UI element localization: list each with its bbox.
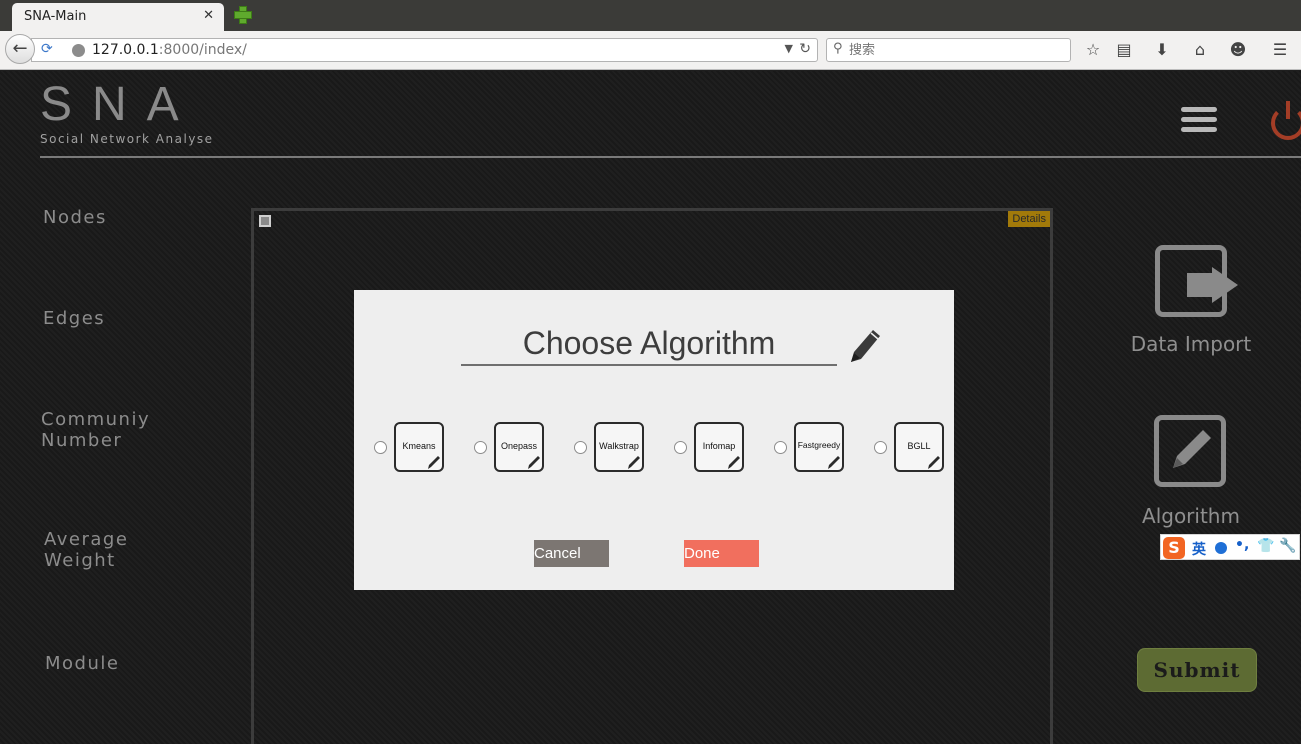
algorithm-label: Walkstrap bbox=[599, 441, 639, 451]
url-dropdown-icon[interactable]: ▼ bbox=[785, 42, 793, 55]
algorithm-option-bgll[interactable]: BGLL bbox=[854, 422, 944, 474]
stat-module: Module bbox=[45, 653, 120, 674]
url-path: :8000/index/ bbox=[158, 42, 247, 58]
choose-algorithm-dialog: Choose Algorithm Kmeans Onepass Walkstra… bbox=[354, 290, 954, 590]
dialog-title: Choose Algorithm bbox=[461, 324, 837, 366]
algorithm-label[interactable]: Algorithm bbox=[1126, 504, 1256, 528]
url-bar[interactable]: ⟳ 127.0.0.1:8000/index/ ▼ ↻ bbox=[31, 38, 818, 62]
algorithm-option-walkstrap[interactable]: Walkstrap bbox=[554, 422, 644, 474]
download-icon[interactable]: ⬇ bbox=[1151, 39, 1173, 61]
ime-skin-icon[interactable]: 👕 bbox=[1257, 538, 1274, 554]
radio-onepass[interactable] bbox=[474, 441, 487, 454]
radio-fastgreedy[interactable] bbox=[774, 441, 787, 454]
reload-icon[interactable]: ↻ bbox=[799, 41, 811, 57]
globe-icon bbox=[72, 44, 85, 57]
done-button[interactable]: Done bbox=[684, 540, 759, 567]
submit-button[interactable]: Submit bbox=[1137, 648, 1257, 692]
card-pen-icon bbox=[728, 456, 740, 469]
algorithm-label: Fastgreedy bbox=[797, 440, 841, 450]
smiley-icon[interactable]: ☻ bbox=[1227, 39, 1249, 61]
hamburger-menu-icon[interactable] bbox=[1181, 107, 1217, 133]
algorithm-card[interactable]: BGLL bbox=[894, 422, 944, 472]
algorithm-label: Kmeans bbox=[402, 441, 436, 451]
stat-edges: Edges bbox=[43, 308, 106, 329]
algorithm-option-fastgreedy[interactable]: Fastgreedy bbox=[754, 422, 844, 474]
back-button[interactable]: ← bbox=[5, 34, 35, 64]
algorithm-label: Infomap bbox=[702, 441, 736, 451]
browser-menu-icon[interactable]: ☰ bbox=[1269, 39, 1291, 61]
header-divider bbox=[40, 156, 1301, 158]
card-pen-icon bbox=[828, 456, 840, 469]
search-icon: ⚲ bbox=[833, 41, 843, 56]
ime-toolbar[interactable]: S 英 •, 👕 🔧 bbox=[1160, 534, 1300, 560]
page: SNA Social Network Analyse Nodes Edges C… bbox=[0, 71, 1301, 744]
pencil-icon bbox=[851, 330, 880, 362]
broken-image-icon bbox=[259, 215, 271, 227]
algorithm-card[interactable]: Walkstrap bbox=[594, 422, 644, 472]
url-text: 127.0.0.1:8000/index/ bbox=[92, 42, 247, 58]
logo-title: SNA bbox=[40, 78, 199, 131]
ime-fullwidth-icon[interactable] bbox=[1215, 542, 1227, 554]
card-pen-icon bbox=[928, 456, 940, 469]
algorithm-card[interactable]: Fastgreedy bbox=[794, 422, 844, 472]
home-icon[interactable]: ⌂ bbox=[1189, 39, 1211, 61]
radio-kmeans[interactable] bbox=[374, 441, 387, 454]
url-host: 127.0.0.1 bbox=[92, 42, 159, 58]
new-tab-icon[interactable] bbox=[233, 5, 252, 24]
browser-tab[interactable]: SNA-Main ✕ bbox=[12, 3, 224, 31]
data-import-label[interactable]: Data Import bbox=[1126, 332, 1256, 356]
algorithm-card[interactable]: Onepass bbox=[494, 422, 544, 472]
import-arrow-head bbox=[1212, 267, 1238, 303]
browser-navbar: ⟳ 127.0.0.1:8000/index/ ▼ ↻ ← ⚲ ☆ ▤ ⬇ ⌂ … bbox=[0, 31, 1301, 70]
card-pen-icon bbox=[428, 456, 440, 469]
stat-nodes: Nodes bbox=[43, 207, 107, 228]
power-icon[interactable] bbox=[1271, 101, 1301, 140]
algorithm-option-kmeans[interactable]: Kmeans bbox=[354, 422, 444, 474]
card-pen-icon bbox=[528, 456, 540, 469]
algorithm-option-infomap[interactable]: Infomap bbox=[654, 422, 744, 474]
ime-language-toggle[interactable]: 英 bbox=[1192, 539, 1206, 559]
browser-tabbar: SNA-Main ✕ bbox=[0, 0, 1301, 31]
search-box[interactable]: ⚲ bbox=[826, 38, 1071, 62]
ime-settings-icon[interactable]: 🔧 bbox=[1279, 538, 1296, 554]
reload-small-icon[interactable]: ⟳ bbox=[41, 41, 53, 57]
algorithm-icon[interactable] bbox=[1154, 415, 1226, 487]
ime-punctuation-icon[interactable]: •, bbox=[1235, 537, 1249, 553]
algorithm-label: BGLL bbox=[907, 441, 931, 451]
stat-community-number: Communiy Number bbox=[41, 409, 151, 451]
logo-subtitle: Social Network Analyse bbox=[40, 132, 214, 146]
stat-average-weight: Average Weight bbox=[44, 529, 129, 571]
algorithm-option-onepass[interactable]: Onepass bbox=[454, 422, 544, 474]
algorithm-label: Onepass bbox=[500, 441, 538, 451]
algorithm-pencil-icon bbox=[1173, 430, 1211, 468]
radio-bgll[interactable] bbox=[874, 441, 887, 454]
algorithm-card[interactable]: Kmeans bbox=[394, 422, 444, 472]
card-pen-icon bbox=[628, 456, 640, 469]
logo: SNA Social Network Analyse bbox=[40, 78, 214, 147]
radio-infomap[interactable] bbox=[674, 441, 687, 454]
radio-walkstrap[interactable] bbox=[574, 441, 587, 454]
bookmark-star-icon[interactable]: ☆ bbox=[1082, 39, 1104, 61]
ime-logo-icon[interactable]: S bbox=[1163, 537, 1185, 559]
tab-close-icon[interactable]: ✕ bbox=[203, 8, 214, 23]
search-input[interactable] bbox=[849, 41, 1059, 59]
reading-list-icon[interactable]: ▤ bbox=[1113, 39, 1135, 61]
details-badge[interactable]: Details bbox=[1008, 211, 1050, 227]
cancel-button[interactable]: Cancel bbox=[534, 540, 609, 567]
algorithm-card[interactable]: Infomap bbox=[694, 422, 744, 472]
tab-title: SNA-Main bbox=[24, 9, 87, 24]
